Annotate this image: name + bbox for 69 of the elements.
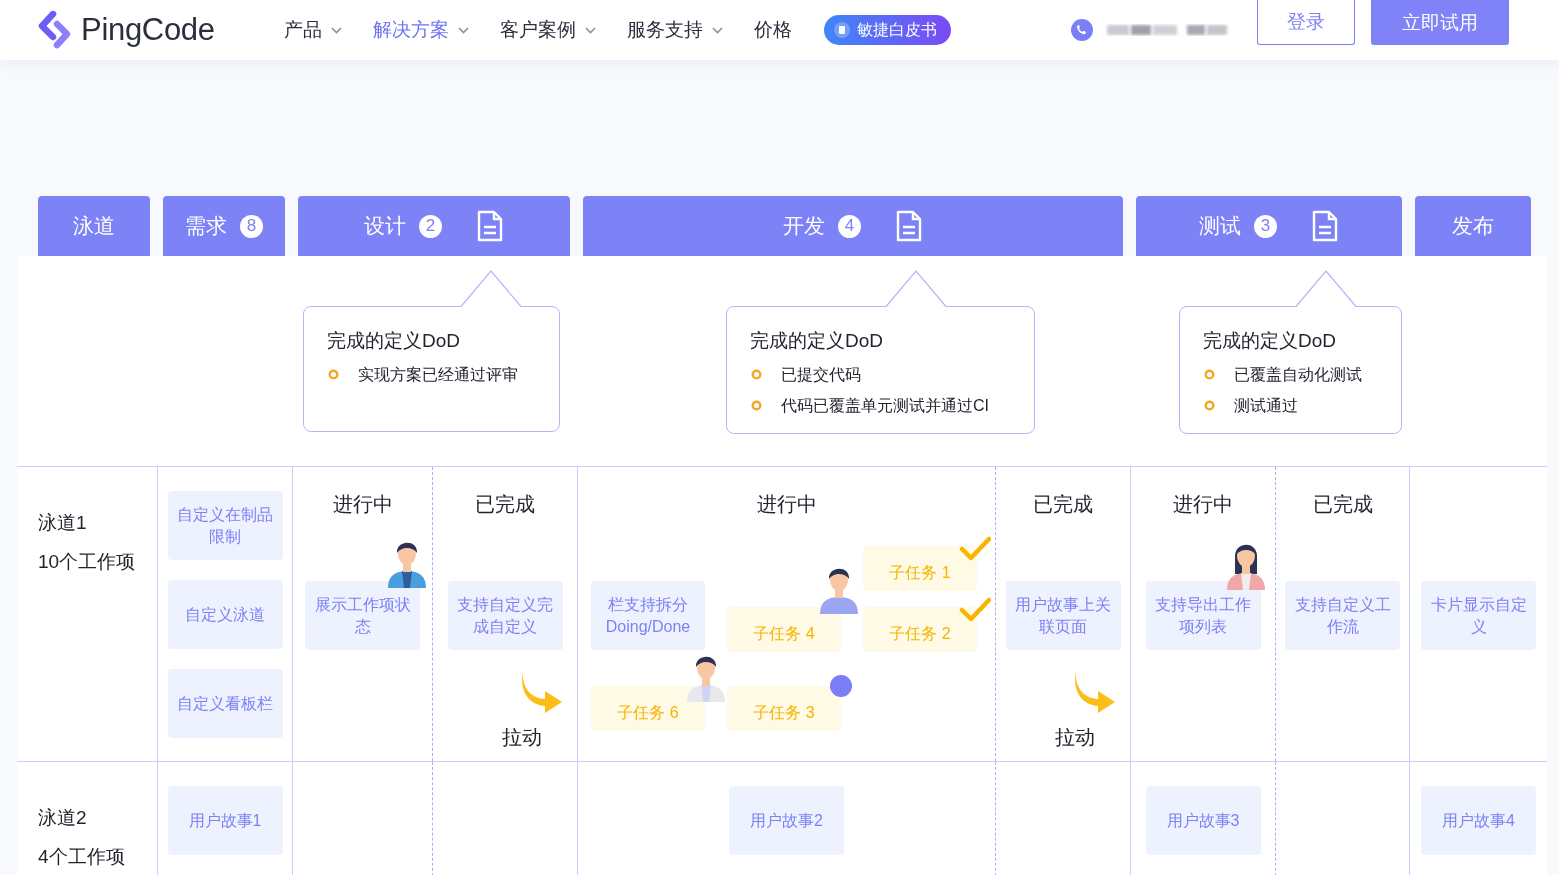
dod-item: 已覆盖自动化测试: [1234, 365, 1362, 385]
book-icon: [833, 22, 850, 38]
dod-title: 完成的定义DoD: [1203, 329, 1337, 353]
story-card[interactable]: 栏支持拆分 Doing/Done: [591, 581, 705, 650]
story-card[interactable]: 支持导出工作项列表: [1145, 581, 1261, 650]
story-card[interactable]: 用户故事1: [167, 786, 283, 855]
story-card[interactable]: 用户故事2: [729, 786, 844, 855]
story-card[interactable]: 自定义泳道: [167, 580, 283, 649]
logo-icon[interactable]: [38, 11, 72, 49]
nav-item[interactable]: 客户案例: [499, 17, 596, 43]
lane-name: 泳道2: [38, 806, 87, 830]
story-card[interactable]: 支持自定义完成自定义: [447, 581, 563, 650]
status-header: 已完成: [1033, 492, 1093, 517]
lane-count: 4个工作项: [38, 845, 125, 869]
logo-text[interactable]: PingCode: [81, 12, 215, 48]
trial-button[interactable]: 立即试用: [1370, 0, 1509, 45]
count-badge: 8: [240, 214, 263, 238]
story-card[interactable]: 用户故事3: [1145, 786, 1261, 855]
story-card[interactable]: 用户故事4: [1421, 786, 1536, 855]
column-header: 泳道: [38, 196, 150, 256]
lane-count: 10个工作项: [38, 550, 136, 574]
status-header: 进行中: [1173, 492, 1233, 517]
dod-item: 实现方案已经通过评审: [358, 365, 518, 385]
document-icon[interactable]: [895, 210, 923, 242]
column-header: 测试 3: [1136, 196, 1402, 256]
nav-item[interactable]: 产品: [283, 17, 342, 43]
bullet-icon: [328, 369, 339, 380]
bullet-icon: [751, 400, 762, 411]
subtask-card[interactable]: 子任务 6: [591, 686, 705, 731]
whitepaper-button[interactable]: 敏捷白皮书: [823, 15, 951, 45]
column-header: 开发 4: [583, 196, 1123, 256]
bullet-icon: [751, 369, 762, 380]
dod-item: 测试通过: [1234, 396, 1298, 416]
pull-label: 拉动: [1055, 725, 1095, 749]
story-card[interactable]: 卡片显示自定义: [1421, 581, 1536, 650]
column-header: 需求 8: [163, 196, 285, 256]
pull-label: 拉动: [502, 725, 542, 749]
dod-item: 已提交代码: [781, 365, 861, 385]
lane-name: 泳道1: [38, 511, 87, 535]
subtask-card[interactable]: 子任务 1: [863, 546, 977, 591]
status-header: 进行中: [332, 492, 393, 517]
document-icon[interactable]: [476, 210, 504, 242]
story-card[interactable]: 自定义看板栏: [167, 669, 283, 738]
nav-item[interactable]: 解决方案: [372, 17, 469, 43]
story-card[interactable]: 用户故事上关联页面: [1005, 581, 1121, 650]
phone-icon: [1070, 19, 1093, 41]
dod-title: 完成的定义DoD: [327, 329, 461, 353]
story-card[interactable]: 展示工作项状态: [305, 581, 420, 650]
bullet-icon: [1204, 400, 1215, 411]
count-badge: 2: [419, 214, 442, 238]
status-header: 已完成: [1312, 492, 1373, 517]
dod-title: 完成的定义DoD: [750, 329, 884, 353]
status-header: 已完成: [475, 492, 535, 517]
nav-item[interactable]: 价格: [753, 17, 792, 43]
subtask-card[interactable]: 子任务 2: [863, 607, 977, 652]
column-header: 发布: [1415, 196, 1531, 256]
count-badge: 3: [1254, 214, 1277, 238]
status-header: 进行中: [756, 492, 817, 517]
nav-item[interactable]: 服务支持: [626, 17, 723, 43]
story-card[interactable]: 自定义在制品限制: [167, 491, 283, 560]
login-button[interactable]: 登录: [1256, 0, 1355, 45]
story-card[interactable]: 支持自定义工作流: [1285, 581, 1400, 650]
count-badge: 4: [838, 214, 861, 238]
column-header: 设计 2: [298, 196, 570, 256]
document-icon[interactable]: [1311, 210, 1339, 242]
dod-item: 代码已覆盖单元测试并通过CI: [781, 396, 989, 416]
subtask-card[interactable]: 子任务 4: [727, 607, 841, 652]
bullet-icon: [1204, 369, 1215, 380]
subtask-card[interactable]: 子任务 3: [727, 686, 841, 731]
